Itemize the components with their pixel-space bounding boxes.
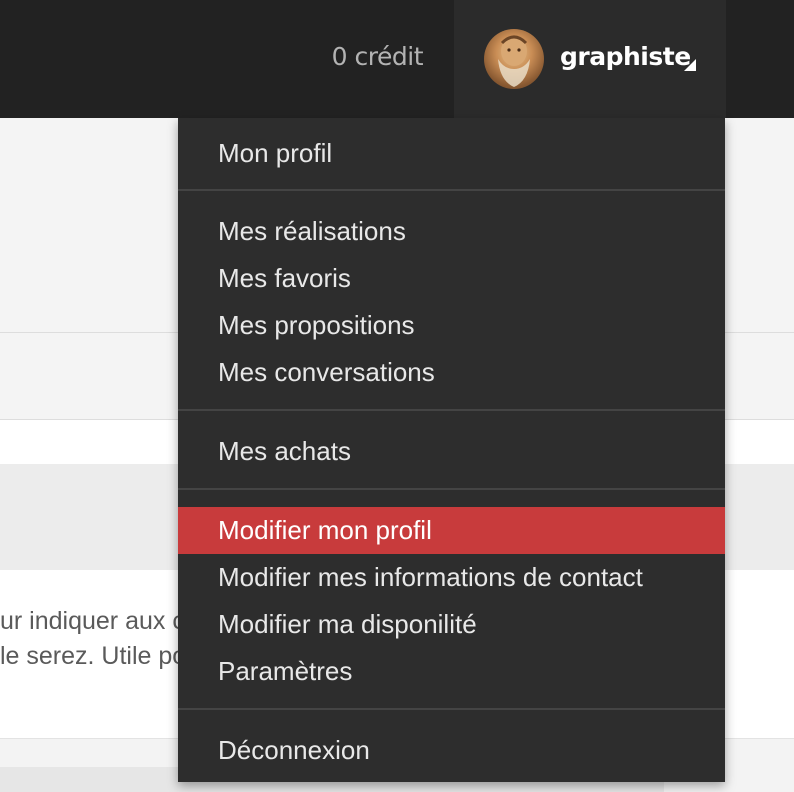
menu-item-mes-favoris[interactable]: Mes favoris	[178, 255, 725, 302]
menu-item-modifier-disponibilite[interactable]: Modifier ma disponilité	[178, 601, 725, 648]
credit-balance[interactable]: 0 crédit	[332, 42, 424, 71]
menu-item-label: Modifier ma disponilité	[218, 609, 477, 639]
menu-item-label: Mes favoris	[218, 263, 351, 293]
menu-item-mes-realisations[interactable]: Mes réalisations	[178, 208, 725, 255]
menu-item-parametres[interactable]: Paramètres	[178, 648, 725, 695]
menu-item-label: Déconnexion	[218, 735, 370, 765]
menu-item-label: Modifier mon profil	[218, 515, 432, 545]
menu-item-label: Modifier mes informations de contact	[218, 562, 643, 592]
menu-item-mes-propositions[interactable]: Mes propositions	[178, 302, 725, 349]
user-dropdown-menu: Mon profil Mes réalisations Mes favoris …	[178, 118, 725, 782]
menu-item-modifier-mon-profil[interactable]: Modifier mon profil	[178, 507, 725, 554]
menu-item-label: Mes propositions	[218, 310, 415, 340]
menu-item-mes-conversations[interactable]: Mes conversations	[178, 349, 725, 396]
menu-item-label: Paramètres	[218, 656, 353, 686]
menu-item-mes-achats[interactable]: Mes achats	[178, 428, 725, 475]
menu-item-mon-profil[interactable]: Mon profil	[178, 130, 725, 177]
menu-item-label: Mes conversations	[218, 357, 435, 387]
menu-item-modifier-contact[interactable]: Modifier mes informations de contact	[178, 554, 725, 601]
menu-item-label: Mes achats	[218, 436, 351, 466]
portrait-avatar-icon[interactable]	[484, 29, 544, 89]
menu-item-label: Mes réalisations	[218, 216, 406, 246]
menu-divider	[178, 488, 725, 490]
menu-divider	[178, 708, 725, 710]
menu-divider	[178, 409, 725, 411]
menu-divider	[178, 189, 725, 191]
caret-up-icon[interactable]	[684, 59, 696, 71]
menu-item-label: Mon profil	[218, 138, 333, 168]
username-label[interactable]: graphiste	[560, 42, 691, 71]
menu-item-deconnexion[interactable]: Déconnexion	[178, 727, 725, 774]
